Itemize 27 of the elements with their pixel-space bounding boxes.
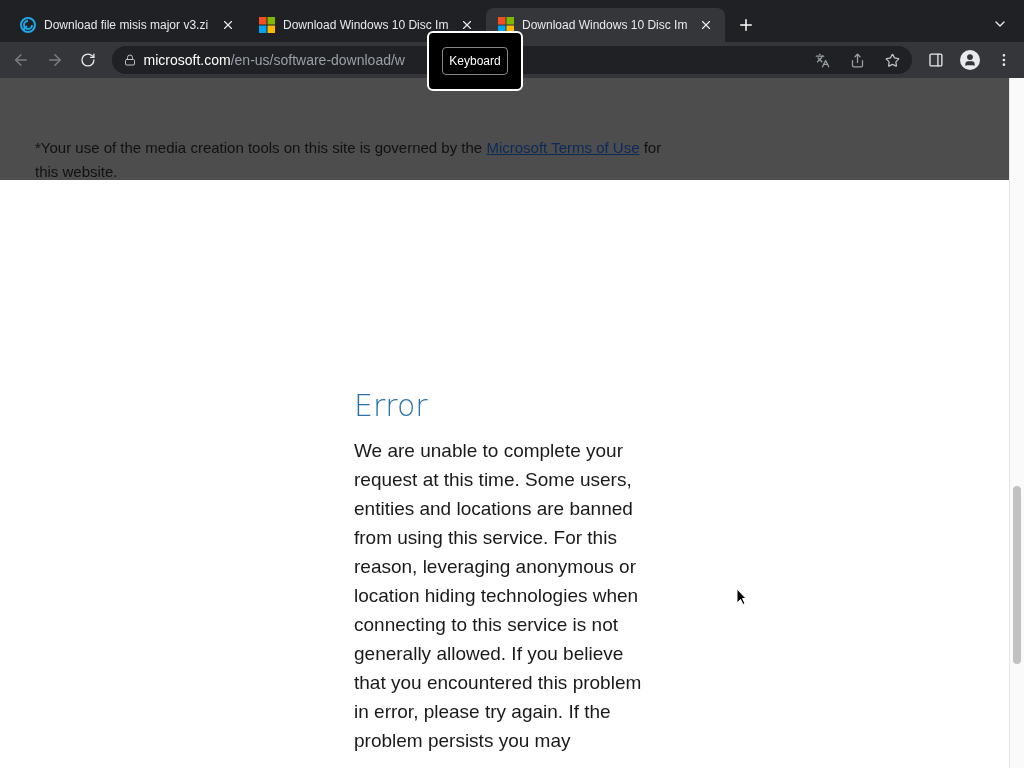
terms-notice: *Your use of the media creation tools on this site is governed by the Microsoft Terms of Use for this website.: [35, 138, 663, 182]
translate-icon[interactable]: [815, 52, 831, 68]
back-icon[interactable]: [12, 51, 30, 69]
lock-icon: [123, 54, 136, 66]
close-icon[interactable]: [221, 18, 235, 32]
tab-title: Download Windows 10 Disc Im: [283, 17, 450, 34]
browser-tab[interactable]: Download Windows 10 Disc Im: [486, 8, 725, 42]
share-icon[interactable]: [850, 52, 866, 68]
tooltip-text: Keyboard: [442, 47, 508, 75]
url-text: microsoft.com/en-us/software-download/w: [143, 50, 405, 70]
scrollbar-thumb[interactable]: [1013, 486, 1021, 664]
browser-tab[interactable]: Download file misis major v3.zi: [8, 8, 247, 42]
swirl-logo-icon: [20, 17, 36, 33]
close-icon[interactable]: [699, 18, 713, 32]
reload-icon[interactable]: [79, 52, 96, 68]
tab-title: Download file misis major v3.zi: [44, 17, 210, 34]
side-panel-icon[interactable]: [928, 52, 945, 68]
browser-tab[interactable]: Download Windows 10 Disc Im: [247, 8, 486, 42]
bookmark-star-icon[interactable]: [885, 52, 901, 68]
profile-avatar[interactable]: [960, 50, 981, 70]
cursor-icon: [736, 588, 747, 605]
error-heading: Error: [354, 387, 429, 425]
close-icon[interactable]: [460, 18, 474, 32]
new-tab-icon[interactable]: [737, 16, 755, 34]
tab-title: Download Windows 10 Disc Im: [522, 17, 689, 34]
windows-logo-icon: [259, 17, 275, 33]
error-message: We are unable to complete your request at this time. Some users, entities and locations are banned from using this service. For this reason, leveraging anonymous or location hiding technologies when connecting to this service is not generally allowed. If you believe that you encountered this problem in error, please try again. If the problem persists you may: [354, 439, 643, 753]
